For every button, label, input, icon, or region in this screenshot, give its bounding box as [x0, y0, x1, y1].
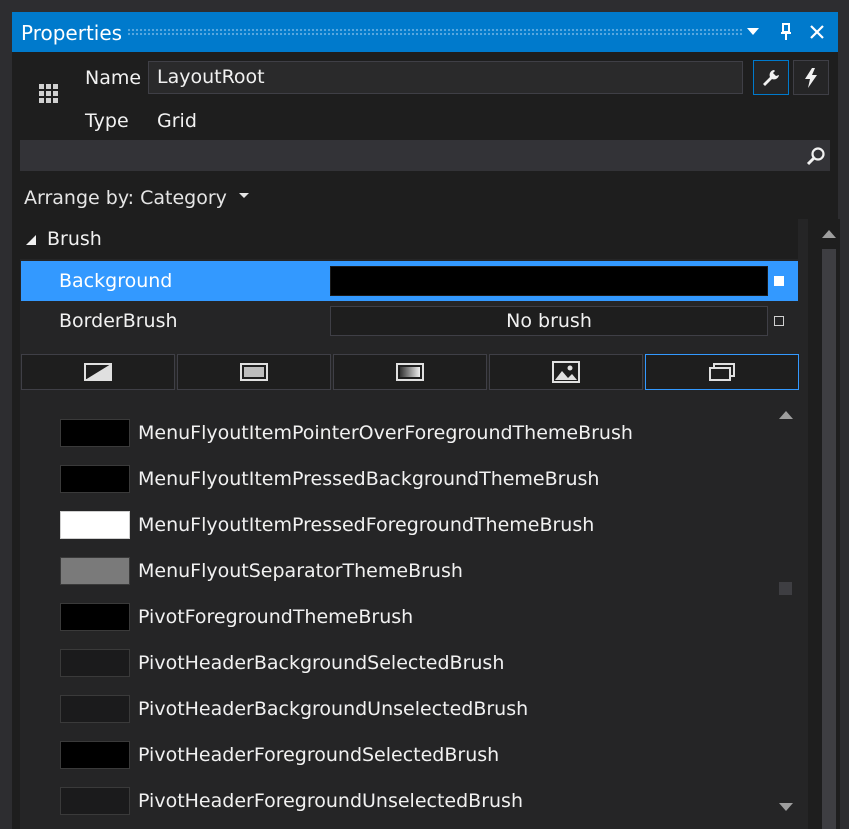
lightning-icon	[805, 67, 817, 88]
dropdown-icon	[747, 28, 759, 35]
arrange-by-label: Arrange by: Category	[24, 187, 227, 209]
window-position-button[interactable]	[740, 12, 766, 52]
resource-swatch	[60, 557, 130, 585]
advanced-options-marker[interactable]	[774, 316, 784, 326]
tab-gradient-brush[interactable]	[333, 354, 487, 390]
resource-name: MenuFlyoutSeparatorThemeBrush	[138, 560, 463, 582]
property-search-input[interactable]	[20, 140, 830, 171]
name-label: Name	[85, 67, 142, 89]
resource-swatch	[60, 511, 130, 539]
tab-brush-resources[interactable]	[645, 354, 799, 390]
resource-swatch	[60, 419, 130, 447]
search-icon	[806, 147, 825, 166]
pin-icon	[781, 23, 791, 40]
resource-name: MenuFlyoutItemPressedBackgroundThemeBrus…	[138, 468, 600, 490]
name-input[interactable]: LayoutRoot	[148, 61, 743, 94]
brush-resource-list: MenuFlyoutItemPointerOverForegroundTheme…	[20, 409, 780, 829]
close-button[interactable]	[804, 12, 830, 52]
tab-image-brush[interactable]	[489, 354, 643, 390]
gradient-brush-icon	[396, 363, 424, 381]
wrench-icon	[763, 69, 779, 86]
property-label: Background	[59, 270, 173, 292]
panel-title: Properties	[21, 21, 123, 45]
panel-scrollbar[interactable]	[818, 219, 840, 829]
scrollbar-thumb[interactable]	[779, 582, 792, 595]
brush-resources-icon	[709, 363, 735, 381]
scroll-up-arrow-icon[interactable]	[779, 410, 793, 420]
solid-color-brush-icon	[240, 363, 268, 381]
arrange-by-dropdown[interactable]: Arrange by: Category	[24, 187, 249, 209]
close-icon	[810, 25, 824, 39]
resource-swatch	[60, 741, 130, 769]
brush-category-header[interactable]: Brush	[20, 219, 798, 259]
chevron-down-icon	[238, 192, 249, 198]
no-brush-icon	[84, 363, 112, 381]
resource-name: MenuFlyoutItemPressedForegroundThemeBrus…	[138, 514, 595, 536]
resource-swatch	[60, 787, 130, 815]
resource-list-scrollbar[interactable]	[774, 410, 796, 827]
resource-name: PivotHeaderForegroundUnselectedBrush	[138, 790, 523, 812]
properties-panel: Name LayoutRoot Type Grid Arrange by: Ca…	[12, 52, 840, 829]
image-brush-icon	[552, 361, 580, 383]
advanced-options-marker[interactable]	[774, 276, 784, 286]
scroll-up-arrow-icon[interactable]	[822, 229, 836, 239]
resource-name: MenuFlyoutItemPointerOverForegroundTheme…	[138, 422, 633, 444]
resource-swatch	[60, 465, 130, 493]
resource-name: PivotHeaderBackgroundSelectedBrush	[138, 652, 505, 674]
auto-hide-button[interactable]	[773, 12, 799, 52]
scroll-down-arrow-icon[interactable]	[779, 802, 793, 812]
property-grid: Brush Background BorderBrush No brush Me…	[20, 219, 808, 829]
property-label: BorderBrush	[59, 310, 178, 332]
type-label: Type	[85, 110, 129, 132]
drag-grip[interactable]	[127, 28, 743, 36]
resource-swatch	[60, 649, 130, 677]
properties-title-bar[interactable]: Properties	[12, 12, 838, 52]
resource-swatch	[60, 695, 130, 723]
property-row-borderbrush[interactable]: BorderBrush No brush	[21, 301, 798, 341]
background-color-swatch[interactable]	[330, 266, 768, 296]
tab-no-brush[interactable]	[21, 354, 175, 390]
scrollbar-thumb[interactable]	[822, 249, 836, 829]
grid-element-icon	[39, 84, 58, 103]
tab-solid-color-brush[interactable]	[177, 354, 331, 390]
brush-category-label: Brush	[47, 228, 102, 250]
events-view-button[interactable]	[793, 60, 829, 95]
resource-name: PivotHeaderForegroundSelectedBrush	[138, 744, 500, 766]
collapse-triangle-icon	[26, 235, 36, 245]
resource-name: PivotHeaderBackgroundUnselectedBrush	[138, 698, 529, 720]
properties-view-button[interactable]	[753, 60, 789, 95]
property-row-background[interactable]: Background	[21, 261, 798, 301]
resource-name: PivotForegroundThemeBrush	[138, 606, 414, 628]
type-value: Grid	[157, 110, 197, 132]
borderbrush-value[interactable]: No brush	[330, 306, 768, 336]
resource-swatch	[60, 603, 130, 631]
